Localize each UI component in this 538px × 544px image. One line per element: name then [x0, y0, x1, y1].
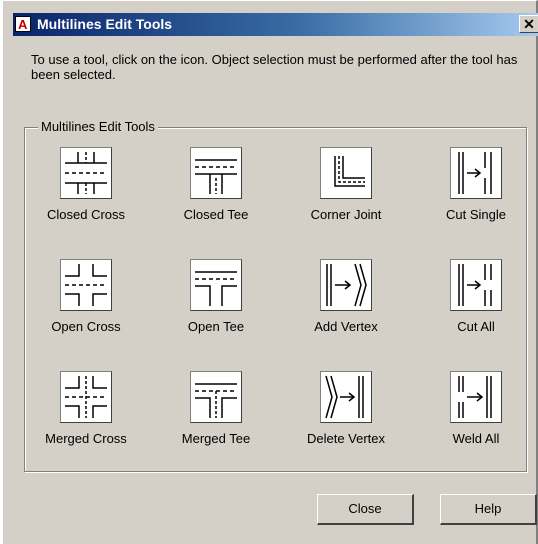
autocad-icon: A [15, 16, 31, 32]
tool-corner-joint[interactable]: Corner Joint [291, 147, 401, 222]
tool-add-vertex[interactable]: Add Vertex [291, 259, 401, 334]
corner-joint-icon[interactable] [320, 147, 372, 199]
add-vertex-icon[interactable] [320, 259, 372, 311]
tool-label: Add Vertex [314, 319, 378, 334]
open-tee-icon[interactable] [190, 259, 242, 311]
window-title: Multilines Edit Tools [37, 16, 173, 32]
tool-label: Open Tee [187, 319, 245, 334]
tool-label: Merged Tee [181, 431, 251, 446]
dialog-window: A Multilines Edit Tools ✕ To use a tool,… [0, 0, 538, 544]
tool-open-cross[interactable]: Open Cross [31, 259, 141, 334]
tool-cut-single[interactable]: Cut Single [421, 147, 531, 222]
tool-label: Merged Cross [45, 431, 127, 446]
close-button[interactable]: Close [317, 494, 414, 525]
closed-cross-icon[interactable] [60, 147, 112, 199]
close-icon[interactable]: ✕ [519, 15, 538, 33]
tool-closed-cross[interactable]: Closed Cross [31, 147, 141, 222]
merged-tee-icon[interactable] [190, 371, 242, 423]
tool-label: Weld All [452, 431, 500, 446]
tool-closed-tee[interactable]: Closed Tee [161, 147, 271, 222]
tool-label: Open Cross [51, 319, 121, 334]
instructions-text: To use a tool, click on the icon. Object… [31, 52, 518, 82]
tool-label: Closed Tee [183, 207, 249, 222]
tool-open-tee[interactable]: Open Tee [161, 259, 271, 334]
tool-label: Delete Vertex [306, 431, 386, 446]
cut-all-icon[interactable] [450, 259, 502, 311]
tool-label: Cut Single [446, 207, 506, 222]
tool-merged-cross[interactable]: Merged Cross [31, 371, 141, 446]
title-bar[interactable]: A Multilines Edit Tools ✕ [13, 13, 538, 36]
tool-label: Corner Joint [310, 207, 382, 222]
merged-cross-icon[interactable] [60, 371, 112, 423]
open-cross-icon[interactable] [60, 259, 112, 311]
tool-delete-vertex[interactable]: Delete Vertex [291, 371, 401, 446]
tool-label: Cut All [457, 319, 495, 334]
help-button[interactable]: Help [440, 494, 537, 525]
groupbox-label: Multilines Edit Tools [38, 119, 158, 134]
tool-label: Closed Cross [46, 207, 126, 222]
tool-weld-all[interactable]: Weld All [421, 371, 531, 446]
tool-cut-all[interactable]: Cut All [421, 259, 531, 334]
cut-single-icon[interactable] [450, 147, 502, 199]
tool-merged-tee[interactable]: Merged Tee [161, 371, 271, 446]
delete-vertex-icon[interactable] [320, 371, 372, 423]
weld-all-icon[interactable] [450, 371, 502, 423]
closed-tee-icon[interactable] [190, 147, 242, 199]
